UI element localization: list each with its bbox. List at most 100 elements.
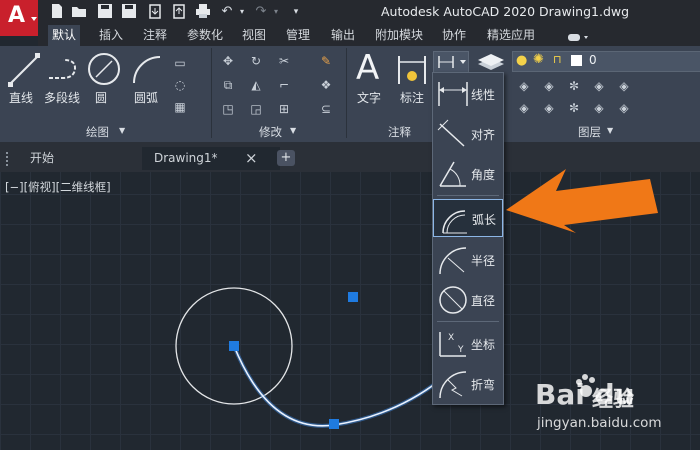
- dimension-tool-icon[interactable]: [396, 52, 428, 86]
- dimension-tool-label[interactable]: 标注: [400, 89, 424, 106]
- import-icon[interactable]: [146, 3, 164, 21]
- tab-addins[interactable]: 附加模块: [371, 27, 427, 44]
- tab-collaborate[interactable]: 协作: [438, 27, 470, 44]
- circle-tool-label[interactable]: 圆: [95, 89, 107, 106]
- new-tab-button[interactable]: +: [277, 150, 295, 166]
- line-tool-label[interactable]: 直线: [9, 89, 33, 106]
- application-menu-button[interactable]: A: [0, 0, 38, 36]
- arc-entity-selected: [233, 345, 451, 427]
- chevron-down-icon[interactable]: ▼: [119, 126, 125, 135]
- menu-item-label: 折弯: [471, 378, 496, 392]
- tab-manage[interactable]: 管理: [282, 27, 314, 44]
- chevron-down-icon[interactable]: ▼: [290, 126, 296, 135]
- hatch-icon[interactable]: ▦: [172, 99, 188, 115]
- tab-start[interactable]: 开始: [18, 147, 140, 170]
- copy-icon[interactable]: ⧉: [220, 77, 236, 93]
- sun-icon[interactable]: ✺: [533, 52, 544, 67]
- menu-item-diameter[interactable]: 直径: [433, 281, 503, 319]
- array-icon[interactable]: ⊞: [276, 101, 292, 117]
- draw-panel-title[interactable]: 绘图: [86, 124, 109, 140]
- ribbon-tab-bar: [38, 25, 700, 46]
- circle-tool-icon[interactable]: [86, 51, 122, 87]
- app-logo-letter: A: [8, 3, 26, 28]
- chevron-down-icon[interactable]: ▾: [267, 3, 285, 21]
- tab-featured-apps[interactable]: 精选应用: [483, 27, 539, 44]
- close-tab-icon[interactable]: ×: [245, 149, 258, 167]
- text-tool-label[interactable]: 文字: [357, 89, 381, 106]
- menu-item-linear[interactable]: 线性: [433, 75, 503, 113]
- polyline-tool-icon[interactable]: [45, 52, 81, 88]
- tab-annotate[interactable]: 注释: [139, 27, 171, 44]
- trim-icon[interactable]: ✂: [276, 53, 292, 69]
- tab-view[interactable]: 视图: [238, 27, 270, 44]
- layer-match-icon[interactable]: ◈: [616, 78, 632, 94]
- menu-separator: [437, 321, 499, 322]
- new-file-icon[interactable]: [48, 3, 66, 21]
- diameter-dim-icon: [439, 286, 467, 314]
- text-tool-icon[interactable]: A: [356, 50, 386, 86]
- menu-item-radius[interactable]: 半径: [433, 241, 503, 279]
- tab-drawing1[interactable]: Drawing1*: [142, 147, 280, 170]
- lightbulb-icon[interactable]: ●: [516, 53, 527, 68]
- export-icon[interactable]: [170, 3, 188, 21]
- offset-icon[interactable]: ⊆: [318, 101, 334, 117]
- menu-item-angular[interactable]: 角度: [433, 155, 503, 193]
- layer-lock-icon[interactable]: ◈: [591, 78, 607, 94]
- pointer-arrow: [506, 169, 658, 233]
- layer-thaw-icon[interactable]: ✼: [566, 100, 582, 116]
- layer-dropdown[interactable]: ● ✺ ⊓ 0: [512, 51, 700, 72]
- layers-panel-title[interactable]: 图层: [578, 124, 601, 140]
- menu-item-jogged[interactable]: 折弯: [433, 365, 503, 403]
- grip-center: [229, 341, 239, 351]
- move-icon[interactable]: ✥: [220, 53, 236, 69]
- menu-item-label: 坐标: [471, 338, 496, 352]
- line-tool-icon[interactable]: [6, 52, 42, 88]
- menu-item-ordinate[interactable]: XY 坐标: [433, 325, 503, 363]
- layer-color-swatch[interactable]: [571, 55, 582, 66]
- tab-insert[interactable]: 插入: [95, 27, 127, 44]
- tab-parametric[interactable]: 参数化: [183, 27, 227, 44]
- chevron-down-icon[interactable]: ▾: [233, 3, 251, 21]
- open-folder-icon[interactable]: [70, 3, 88, 21]
- modify-panel-title[interactable]: 修改: [259, 124, 282, 140]
- layer-unisolate-icon[interactable]: ◈: [541, 100, 557, 116]
- customize-qat-icon[interactable]: ▾: [287, 3, 305, 21]
- mirror-icon[interactable]: ◭: [248, 77, 264, 93]
- menu-item-label: 对齐: [471, 128, 496, 142]
- layer-off-icon[interactable]: ◈: [516, 78, 532, 94]
- layer-freeze-icon[interactable]: ✼: [566, 78, 582, 94]
- tab-output[interactable]: 输出: [327, 27, 359, 44]
- menu-item-label: 弧长: [472, 213, 497, 227]
- layer-on-icon[interactable]: ◈: [516, 100, 532, 116]
- rotate-icon[interactable]: ↻: [248, 53, 264, 69]
- svg-text:X: X: [448, 333, 454, 343]
- fillet-icon[interactable]: ⌐: [276, 77, 292, 93]
- menu-item-arc-length[interactable]: 弧长: [433, 199, 503, 237]
- panel-toggle-icon[interactable]: [566, 29, 590, 42]
- rectangle-icon[interactable]: ▭: [172, 55, 188, 71]
- save-icon[interactable]: [96, 3, 114, 21]
- layer-previous-icon[interactable]: ◈: [616, 100, 632, 116]
- unlock-icon[interactable]: ⊓: [553, 53, 562, 66]
- watermark-url: jingyan.baidu.com: [537, 415, 662, 431]
- print-icon[interactable]: [194, 3, 212, 21]
- arc-tool-icon[interactable]: [130, 51, 166, 87]
- tab-home[interactable]: 默认: [48, 25, 81, 46]
- polyline-tool-label[interactable]: 多段线: [44, 89, 80, 106]
- save-as-icon[interactable]: [120, 3, 138, 21]
- dimension-type-dropdown[interactable]: [433, 51, 469, 73]
- menu-item-aligned[interactable]: 对齐: [433, 115, 503, 153]
- grip-arc-center: [348, 292, 358, 302]
- erase-icon[interactable]: ✎: [318, 53, 334, 69]
- tab-grip-icon: [6, 152, 10, 166]
- explode-icon[interactable]: ❖: [318, 77, 334, 93]
- stretch-icon[interactable]: ◳: [220, 101, 236, 117]
- scale-icon[interactable]: ◲: [248, 101, 264, 117]
- chevron-down-icon[interactable]: ▼: [607, 126, 613, 135]
- annotation-panel-title[interactable]: 注释: [388, 124, 411, 140]
- jogged-dim-icon: [439, 371, 467, 399]
- layer-unlock-icon[interactable]: ◈: [591, 100, 607, 116]
- layer-isolate-icon[interactable]: ◈: [541, 78, 557, 94]
- ellipse-icon[interactable]: ◌: [172, 77, 188, 93]
- arc-tool-label[interactable]: 圆弧: [134, 89, 158, 106]
